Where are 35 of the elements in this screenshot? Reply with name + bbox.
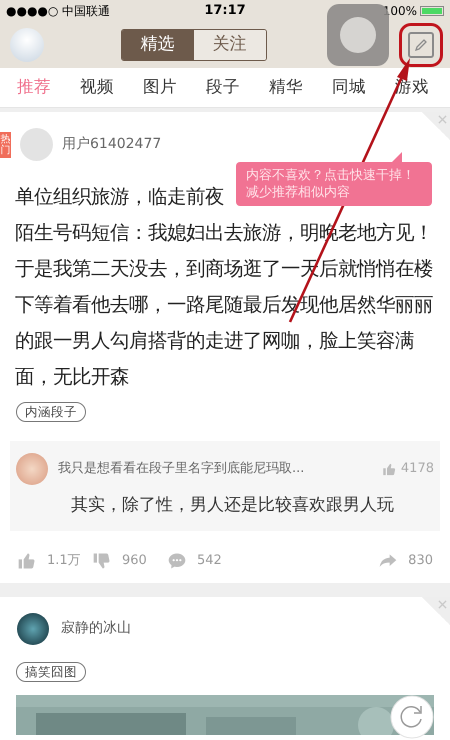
pencil-icon: [413, 37, 429, 53]
carrier: ●●●●○ 中国联通: [6, 3, 112, 20]
category-tag[interactable]: 内涵段子: [16, 402, 86, 422]
battery-percent: 100%: [382, 3, 418, 20]
tooltip-pointer: [392, 152, 402, 162]
comment-text: 其实，除了性，男人还是比较喜欢跟男人玩: [71, 494, 395, 517]
comment-icon[interactable]: [167, 550, 187, 570]
channel-tab[interactable]: 同城: [332, 75, 366, 100]
share-count: 830: [408, 552, 433, 570]
avatar[interactable]: [17, 612, 49, 644]
clock: 17:17: [204, 2, 246, 20]
channel-tab[interactable]: 视频: [80, 75, 114, 100]
thumbs-down-icon[interactable]: [92, 550, 112, 570]
feed-tab[interactable]: 精选: [122, 30, 194, 60]
hot-badge: 热门: [0, 132, 11, 158]
username[interactable]: 用户61402477: [62, 134, 162, 155]
post-text-start: 单位组织旅游，临走前夜: [15, 184, 224, 210]
channel-tab[interactable]: 精华: [269, 75, 303, 100]
comment-like-count: 4178: [400, 460, 434, 478]
feed-tab[interactable]: 关注: [194, 30, 266, 60]
profile-avatar[interactable]: [10, 28, 44, 62]
commenter-name[interactable]: 我只是想看看在段子里名字到底能尼玛取...: [58, 459, 382, 479]
category-tag[interactable]: 搞笑囧图: [16, 662, 86, 682]
commenter-avatar[interactable]: [16, 453, 48, 485]
username[interactable]: 寂静的冰山: [61, 618, 131, 639]
channel-tab[interactable]: 图片: [143, 75, 177, 100]
top-comment[interactable]: 我只是想看看在段子里名字到底能尼玛取... 4178 其实，除了性，男人还是比较喜欢跟男人玩: [10, 441, 440, 530]
dislike-count: 960: [122, 552, 148, 570]
thumbs-up-icon[interactable]: [17, 550, 37, 570]
channel-tab[interactable]: 段子: [206, 75, 240, 100]
refresh-button[interactable]: [390, 695, 434, 739]
battery-icon: [420, 6, 444, 16]
thumbs-up-icon[interactable]: [382, 462, 397, 476]
comment-count: 542: [197, 552, 223, 570]
like-count: 1.1万: [47, 552, 82, 570]
